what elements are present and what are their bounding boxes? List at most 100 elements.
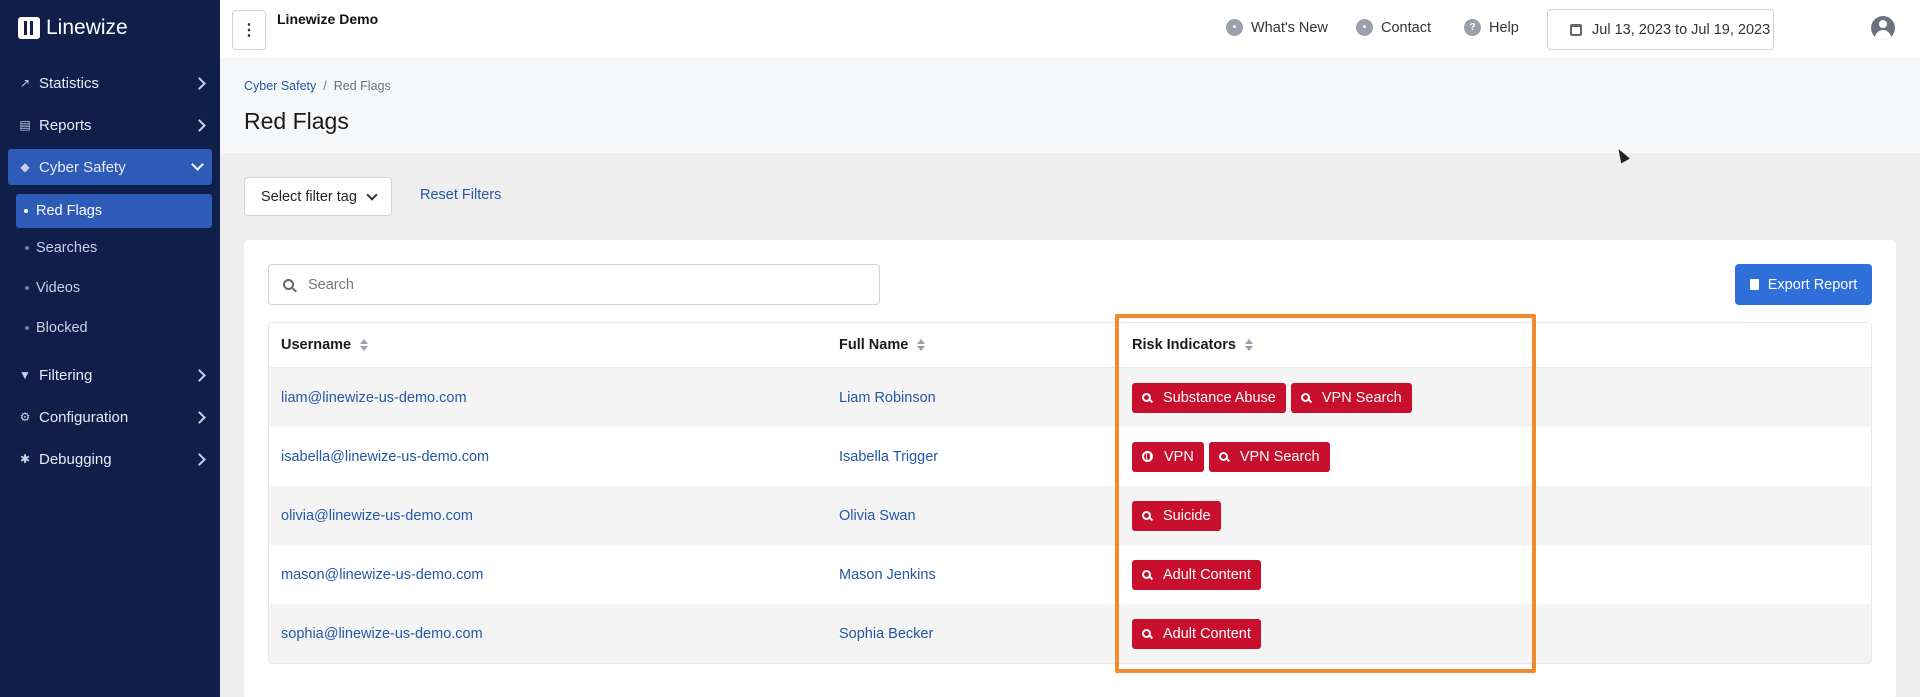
risk-tag-label: VPN xyxy=(1164,448,1194,465)
sidebar-item-label: Cyber Safety xyxy=(39,158,126,176)
linewize-logo-icon xyxy=(18,17,40,39)
risk-tag-label: VPN Search xyxy=(1239,448,1320,465)
sidebar-item-configuration[interactable]: ⚙ Configuration xyxy=(0,396,220,438)
column-header-username[interactable]: Username xyxy=(269,337,827,353)
risk-tag-label: Adult Content xyxy=(1163,625,1251,642)
sidebar-item-label: Debugging xyxy=(39,450,112,468)
sidebar-item-searches[interactable]: Searches xyxy=(0,228,220,268)
risk-tag[interactable]: VPN Search xyxy=(1208,441,1330,472)
full-name-link[interactable]: Liam Robinson xyxy=(827,390,1120,406)
breadcrumb-current: Red Flags xyxy=(333,79,391,93)
search-input[interactable] xyxy=(308,276,848,293)
breadcrumb: Cyber Safety / Red Flags xyxy=(244,79,391,93)
sidebar-item-label: Blocked xyxy=(36,320,88,336)
username-link[interactable]: olivia@linewize-us-demo.com xyxy=(269,508,827,524)
column-header-label: Full Name xyxy=(839,337,909,353)
brand-logo[interactable]: Linewize xyxy=(0,0,220,56)
full-name-link[interactable]: Sophia Becker xyxy=(827,626,1120,642)
search-icon xyxy=(1300,393,1310,402)
whats-new-label: What's New xyxy=(1251,19,1328,36)
risk-tag-label: Adult Content xyxy=(1163,566,1251,583)
sidebar-item-label: Reports xyxy=(39,116,92,134)
megaphone-icon: • xyxy=(1226,19,1243,36)
table-row: liam@linewize-us-demo.com Liam Robinson … xyxy=(269,368,1871,427)
date-range-label: Jul 13, 2023 to Jul 19, 2023 xyxy=(1592,21,1771,38)
table-row: olivia@linewize-us-demo.com Olivia Swan … xyxy=(269,486,1871,545)
risk-indicators-cell: Suicide xyxy=(1120,500,1871,531)
contact-link[interactable]: • Contact xyxy=(1356,19,1431,36)
cyber-safety-submenu: Red Flags Searches Videos Blocked xyxy=(0,188,220,354)
calendar-icon xyxy=(1570,23,1582,36)
page-title: Red Flags xyxy=(244,108,349,134)
breadcrumb-separator: / xyxy=(323,79,327,93)
chevron-right-icon xyxy=(193,118,206,132)
table-row: isabella@linewize-us-demo.com Isabella T… xyxy=(269,427,1871,486)
filter-tag-dropdown[interactable]: Select filter tag xyxy=(244,177,392,216)
chevron-right-icon xyxy=(193,76,206,90)
more-menu-button[interactable]: ⋮ xyxy=(232,10,266,50)
risk-indicators-cell: Adult Content xyxy=(1120,618,1871,649)
risk-tag[interactable]: Substance Abuse xyxy=(1132,382,1286,413)
help-label: Help xyxy=(1489,19,1519,36)
username-link[interactable]: sophia@linewize-us-demo.com xyxy=(269,626,827,642)
risk-indicators-cell: VPN VPN Search xyxy=(1120,441,1871,472)
whats-new-link[interactable]: • What's New xyxy=(1226,19,1328,36)
search-icon xyxy=(1142,570,1151,579)
sort-icon xyxy=(1244,339,1253,351)
sidebar-item-label: Statistics xyxy=(39,74,100,92)
search-field[interactable] xyxy=(268,264,880,305)
sidebar-item-filtering[interactable]: ▼ Filtering xyxy=(0,354,220,396)
filter-icon: ▼ xyxy=(19,368,31,382)
sidebar-item-statistics[interactable]: ↗ Statistics xyxy=(0,62,220,104)
chevron-right-icon xyxy=(193,452,206,466)
chat-icon: • xyxy=(1356,19,1373,36)
page-header: Cyber Safety / Red Flags Red Flags xyxy=(220,58,1920,153)
sidebar-item-reports[interactable]: ▤ Reports xyxy=(0,104,220,146)
full-name-link[interactable]: Isabella Trigger xyxy=(827,449,1120,465)
risk-indicators-cell: Substance Abuse VPN Search xyxy=(1120,382,1871,413)
risk-tag[interactable]: Suicide xyxy=(1132,500,1221,531)
sidebar-item-label: Videos xyxy=(36,280,81,296)
reset-filters-button[interactable]: Reset Filters xyxy=(420,187,501,203)
user-avatar-icon[interactable] xyxy=(1871,16,1895,40)
top-bar: ⋮ Linewize Demo • What's New • Contact ?… xyxy=(220,0,1920,58)
sidebar: Linewize ↗ Statistics ▤ Reports ◆ Cyber … xyxy=(0,0,220,697)
sidebar-item-videos[interactable]: Videos xyxy=(0,268,220,308)
full-name-link[interactable]: Mason Jenkins xyxy=(827,567,1120,583)
sidebar-item-red-flags[interactable]: Red Flags xyxy=(16,194,212,228)
column-header-risk-indicators[interactable]: Risk Indicators xyxy=(1120,337,1253,353)
full-name-link[interactable]: Olivia Swan xyxy=(827,508,1120,524)
table-row: sophia@linewize-us-demo.com Sophia Becke… xyxy=(269,604,1871,663)
sidebar-nav: ↗ Statistics ▤ Reports ◆ Cyber Safety Re… xyxy=(0,62,220,480)
shield-icon: ◆ xyxy=(20,160,30,174)
sidebar-item-cyber-safety[interactable]: ◆ Cyber Safety xyxy=(8,149,212,185)
risk-tag[interactable]: VPN Search xyxy=(1290,382,1412,413)
document-icon xyxy=(1749,279,1759,290)
username-link[interactable]: mason@linewize-us-demo.com xyxy=(269,567,827,583)
bug-icon: ✱ xyxy=(19,452,31,466)
risk-tag[interactable]: Adult Content xyxy=(1132,618,1261,649)
date-range-picker[interactable]: Jul 13, 2023 to Jul 19, 2023 xyxy=(1547,9,1774,50)
vertical-dots-icon: ⋮ xyxy=(241,22,257,39)
filter-tag-label: Select filter tag xyxy=(261,188,357,205)
brand-name: Linewize xyxy=(46,16,128,39)
sidebar-item-debugging[interactable]: ✱ Debugging xyxy=(0,438,220,480)
chevron-down-icon xyxy=(191,158,204,171)
risk-tag-label: Suicide xyxy=(1163,507,1211,524)
breadcrumb-cyber-safety[interactable]: Cyber Safety xyxy=(244,79,316,93)
contact-label: Contact xyxy=(1381,19,1431,36)
risk-tag[interactable]: VPN xyxy=(1132,441,1204,472)
sidebar-item-blocked[interactable]: Blocked xyxy=(0,308,220,348)
export-report-button[interactable]: Export Report xyxy=(1735,264,1872,305)
sidebar-item-label: Configuration xyxy=(39,408,129,426)
search-icon xyxy=(1142,511,1151,520)
username-link[interactable]: liam@linewize-us-demo.com xyxy=(269,390,827,406)
help-icon: ? xyxy=(1464,19,1481,36)
username-link[interactable]: isabella@linewize-us-demo.com xyxy=(269,449,827,465)
column-header-full-name[interactable]: Full Name xyxy=(827,337,1120,353)
search-icon xyxy=(1142,393,1151,402)
column-header-label: Username xyxy=(281,337,352,353)
risk-tag[interactable]: Adult Content xyxy=(1132,559,1261,590)
document-icon: ▤ xyxy=(19,118,31,132)
help-link[interactable]: ? Help xyxy=(1464,19,1519,36)
